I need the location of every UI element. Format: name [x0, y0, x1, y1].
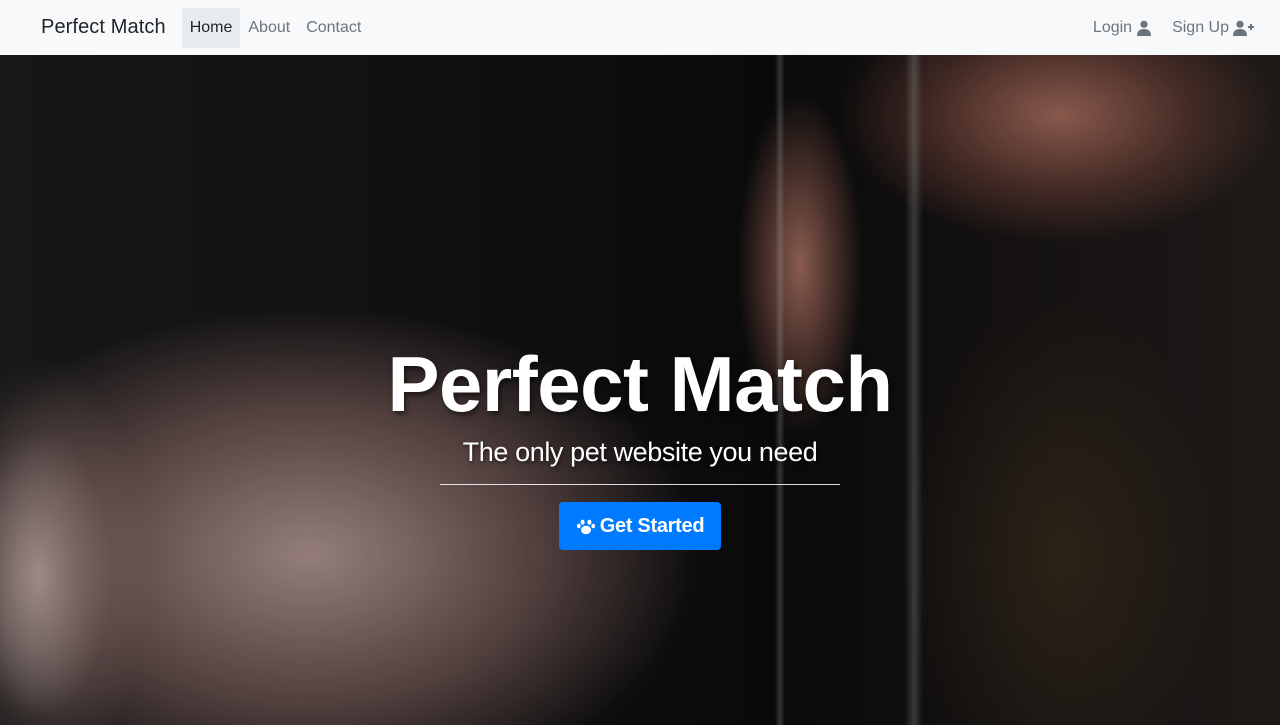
nav-link-contact[interactable]: Contact: [298, 8, 369, 48]
hero-divider: [440, 484, 840, 485]
user-icon: [1137, 20, 1152, 36]
hero-section: Perfect Match The only pet website you n…: [0, 55, 1280, 725]
brand-logo-link[interactable]: Perfect Match: [41, 16, 166, 39]
hero-title: Perfect Match: [387, 340, 894, 428]
hero-content: Perfect Match The only pet website you n…: [0, 337, 1280, 550]
user-plus-icon: [1233, 20, 1254, 36]
navbar: Perfect Match Home About Contact Login S…: [0, 0, 1280, 55]
get-started-label: Get Started: [599, 514, 705, 537]
signup-link[interactable]: Sign Up: [1162, 8, 1264, 48]
nav-auth-links: Login Sign Up: [1083, 0, 1264, 55]
signup-label: Sign Up: [1172, 18, 1229, 36]
login-label: Login: [1092, 18, 1133, 36]
paw-icon: [576, 519, 595, 535]
login-link[interactable]: Login: [1083, 8, 1162, 48]
hero-subtitle: The only pet website you need: [462, 437, 818, 467]
get-started-button[interactable]: Get Started: [558, 502, 722, 550]
nav-link-about[interactable]: About: [240, 8, 298, 48]
nav-links: Home About Contact: [181, 0, 370, 55]
nav-link-home[interactable]: Home: [181, 7, 241, 48]
